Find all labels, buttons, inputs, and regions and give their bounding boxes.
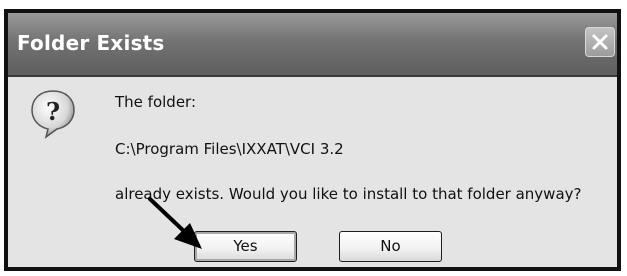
message-line-folder: The folder: — [115, 93, 196, 111]
svg-text:?: ? — [46, 97, 60, 126]
dialog-body: ? The folder: C:\Program Files\IXXAT\VCI… — [8, 77, 617, 267]
window-title: Folder Exists — [17, 31, 165, 55]
message-folder-path: C:\Program Files\IXXAT\VCI 3.2 — [115, 140, 344, 158]
title-bar[interactable]: Folder Exists — [8, 13, 617, 77]
folder-exists-dialog: Folder Exists ? The folder: C:\Program F… — [4, 9, 621, 271]
no-button[interactable]: No — [339, 231, 442, 262]
close-icon — [592, 34, 608, 50]
arrow-icon — [148, 197, 202, 249]
close-button[interactable] — [585, 27, 615, 57]
question-icon: ? — [31, 90, 75, 139]
yes-button[interactable]: Yes — [194, 231, 297, 262]
